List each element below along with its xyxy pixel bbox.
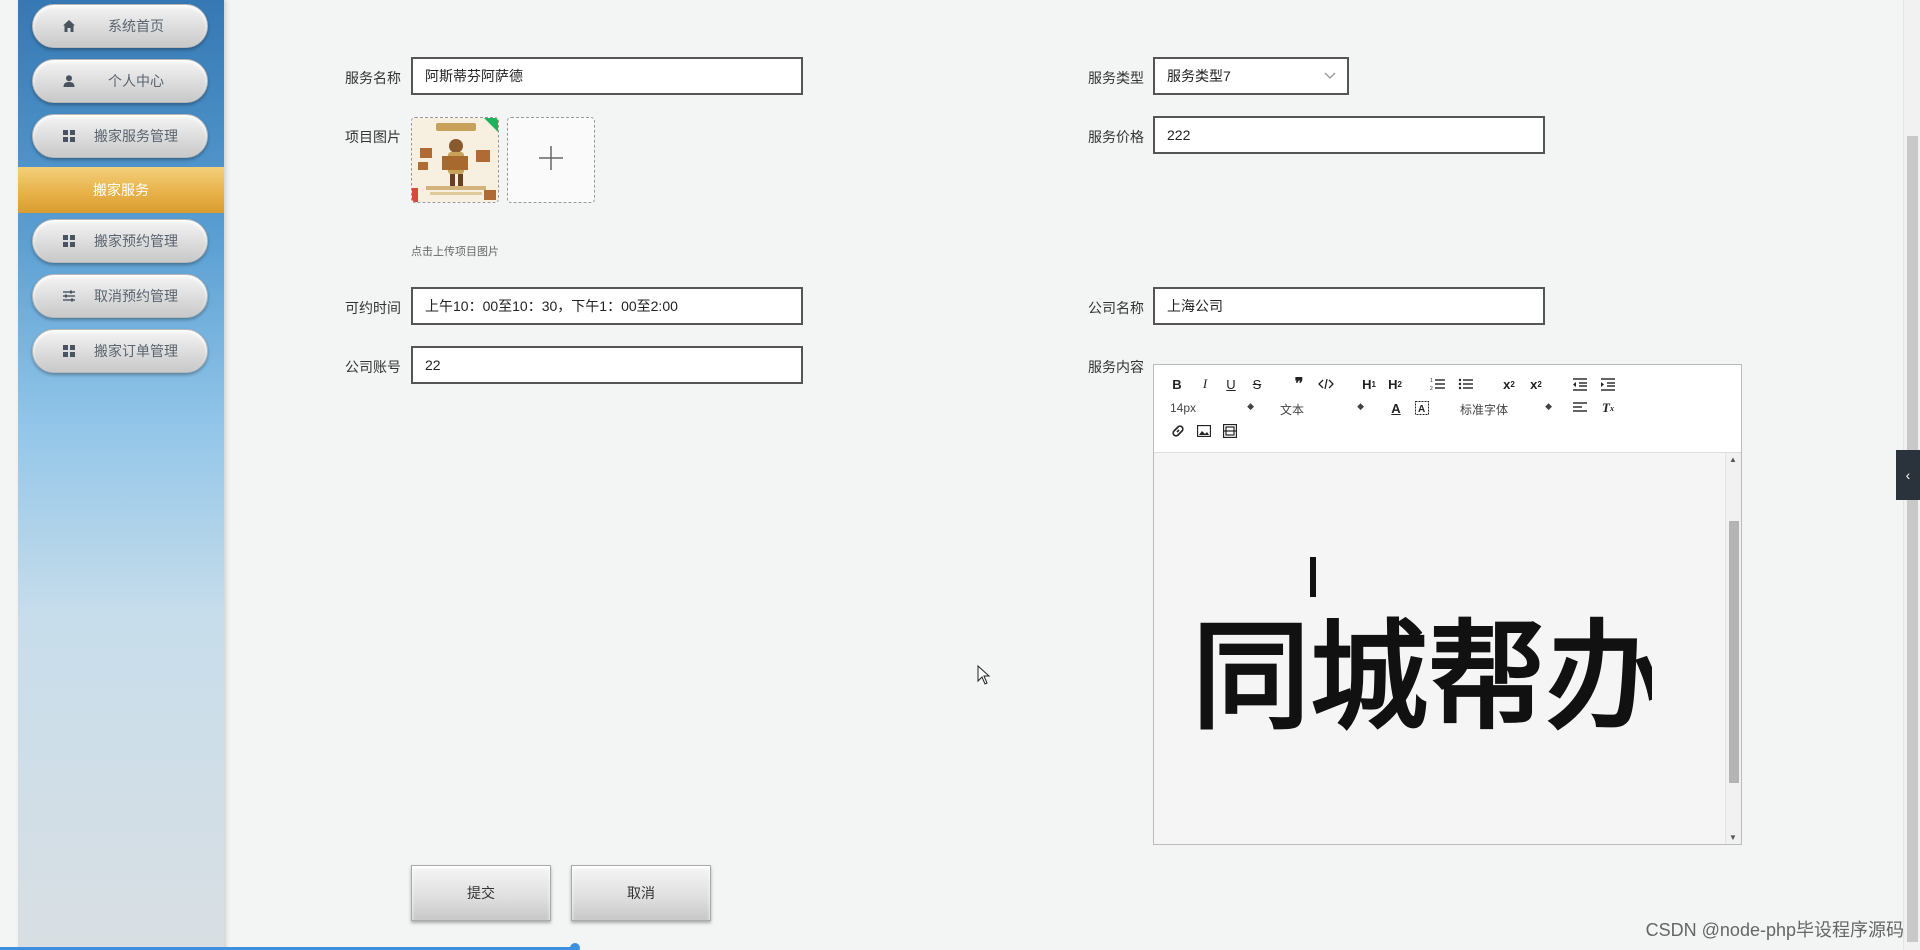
service-type-select[interactable]: 服务类型7	[1153, 57, 1349, 95]
company-account-label: 公司账号	[345, 359, 401, 375]
blockquote-icon[interactable]: ❞	[1292, 376, 1306, 393]
font-family-select[interactable]: 标准字体 ◆	[1460, 401, 1552, 417]
font-size-select[interactable]: 14px ◆	[1170, 401, 1254, 415]
company-name-input[interactable]: 上海公司	[1153, 287, 1545, 325]
heading2-icon[interactable]: H2	[1386, 376, 1404, 392]
bottom-progress-handle[interactable]	[570, 943, 580, 950]
plus-icon	[536, 143, 566, 178]
sidebar-subitem-moving-service[interactable]: 搬家服务	[18, 167, 224, 213]
user-icon	[61, 73, 77, 89]
image-upload-button[interactable]	[507, 117, 595, 203]
select-caret-icon: ◆	[1545, 401, 1552, 411]
sidebar-item-label: 个人中心	[108, 73, 164, 89]
font-size-value: 14px	[1170, 401, 1197, 415]
clear-format-icon[interactable]: Tx	[1600, 400, 1616, 416]
italic-icon[interactable]: I	[1198, 376, 1212, 392]
service-name-input[interactable]: 阿斯蒂芬阿萨德	[411, 57, 803, 95]
page-scroll-thumb[interactable]	[1907, 136, 1918, 942]
scroll-up-icon[interactable]: ▲	[1729, 455, 1737, 464]
project-image-thumbnail[interactable]	[411, 117, 499, 203]
ordered-list-icon[interactable]: 12	[1430, 376, 1446, 392]
strike-icon[interactable]: S	[1250, 376, 1264, 392]
grid-icon	[61, 128, 77, 144]
select-caret-icon: ◆	[1247, 401, 1254, 411]
sidebar-item-order-management[interactable]: 搬家订单管理	[32, 329, 208, 373]
company-account-input[interactable]: 22	[411, 346, 803, 384]
sidebar-item-label: 系统首页	[108, 18, 164, 34]
sidebar-item-label: 取消预约管理	[94, 288, 178, 304]
block-format-select[interactable]: 文本 ◆	[1280, 401, 1364, 417]
side-panel-toggle[interactable]: ‹	[1896, 450, 1920, 500]
font-color-icon[interactable]: A	[1388, 400, 1404, 416]
outdent-icon[interactable]	[1572, 376, 1588, 392]
bold-icon[interactable]: B	[1170, 376, 1184, 392]
watermark-text: CSDN @node-php毕设程序源码	[1645, 920, 1904, 940]
sidebar-item-reservation-management[interactable]: 搬家预约管理	[32, 219, 208, 263]
service-price-label: 服务价格	[1088, 129, 1144, 145]
grid-icon	[61, 233, 77, 249]
cancel-button[interactable]: 取消	[571, 865, 711, 921]
image-icon[interactable]	[1196, 423, 1212, 439]
svg-text:A: A	[1418, 404, 1425, 415]
sliders-icon	[61, 288, 77, 304]
chevron-down-icon	[1323, 68, 1337, 82]
svg-text:1: 1	[1430, 378, 1433, 384]
chevron-left-icon: ‹	[1905, 467, 1911, 483]
editor-scroll-thumb[interactable]	[1729, 521, 1739, 783]
sidebar-item-label: 搬家订单管理	[94, 343, 178, 359]
font-family-value: 标准字体	[1460, 403, 1509, 417]
sidebar-item-label: 搬家服务管理	[94, 128, 178, 144]
project-image-label: 项目图片	[345, 129, 401, 145]
align-icon[interactable]	[1572, 400, 1588, 416]
scroll-down-icon[interactable]: ▼	[1729, 833, 1737, 842]
available-time-label: 可约时间	[345, 300, 401, 316]
background-color-icon[interactable]: A	[1414, 400, 1430, 416]
sidebar: 系统首页 个人中心 搬家服务管理 搬家服务 搬家预约管理 取消预约管理 搬家订单…	[18, 0, 224, 950]
available-time-input[interactable]: 上午10：00至10：30，下午1：00至2:00	[411, 287, 803, 325]
content-logo-image: 同城帮办	[1192, 557, 1652, 746]
indent-icon[interactable]	[1600, 376, 1616, 392]
sidebar-item-label: 搬家预约管理	[94, 233, 178, 249]
service-type-value: 服务类型7	[1167, 68, 1231, 84]
editor-toolbar: B I U S ❞ H1 H2 12 x2 x2 14px ◆ 文本 ◆ A A…	[1154, 365, 1741, 453]
service-content-label: 服务内容	[1088, 359, 1144, 375]
upload-hint: 点击上传项目图片	[411, 246, 499, 258]
bullet-list-icon[interactable]	[1458, 376, 1474, 392]
code-block-icon[interactable]	[1318, 376, 1334, 392]
block-format-value: 文本	[1280, 403, 1305, 417]
mouse-cursor-icon	[977, 665, 991, 685]
editor-content-area[interactable]: 同城帮办	[1154, 453, 1725, 844]
service-price-input[interactable]: 222	[1153, 116, 1545, 154]
rich-text-editor: B I U S ❞ H1 H2 12 x2 x2 14px ◆ 文本 ◆ A A…	[1153, 364, 1742, 845]
heading1-icon[interactable]: H1	[1360, 376, 1378, 392]
link-icon[interactable]	[1170, 423, 1186, 439]
underline-icon[interactable]: U	[1224, 376, 1238, 392]
grid-icon	[61, 343, 77, 359]
home-icon	[61, 18, 77, 34]
submit-button[interactable]: 提交	[411, 865, 551, 921]
sidebar-item-cancel-reservation[interactable]: 取消预约管理	[32, 274, 208, 318]
sidebar-item-home[interactable]: 系统首页	[32, 4, 208, 48]
company-name-label: 公司名称	[1088, 300, 1144, 316]
svg-text:2: 2	[1430, 386, 1433, 391]
service-type-label: 服务类型	[1088, 70, 1144, 86]
subscript-icon[interactable]: x2	[1500, 376, 1518, 392]
service-name-label: 服务名称	[345, 70, 401, 86]
video-icon[interactable]	[1222, 423, 1238, 439]
sidebar-item-personal-center[interactable]: 个人中心	[32, 59, 208, 103]
editor-scrollbar[interactable]: ▲ ▼	[1725, 453, 1741, 844]
select-caret-icon: ◆	[1357, 401, 1364, 411]
sidebar-item-service-management[interactable]: 搬家服务管理	[32, 114, 208, 158]
superscript-icon[interactable]: x2	[1527, 376, 1545, 392]
svg-text:同城帮办: 同城帮办	[1192, 608, 1652, 746]
